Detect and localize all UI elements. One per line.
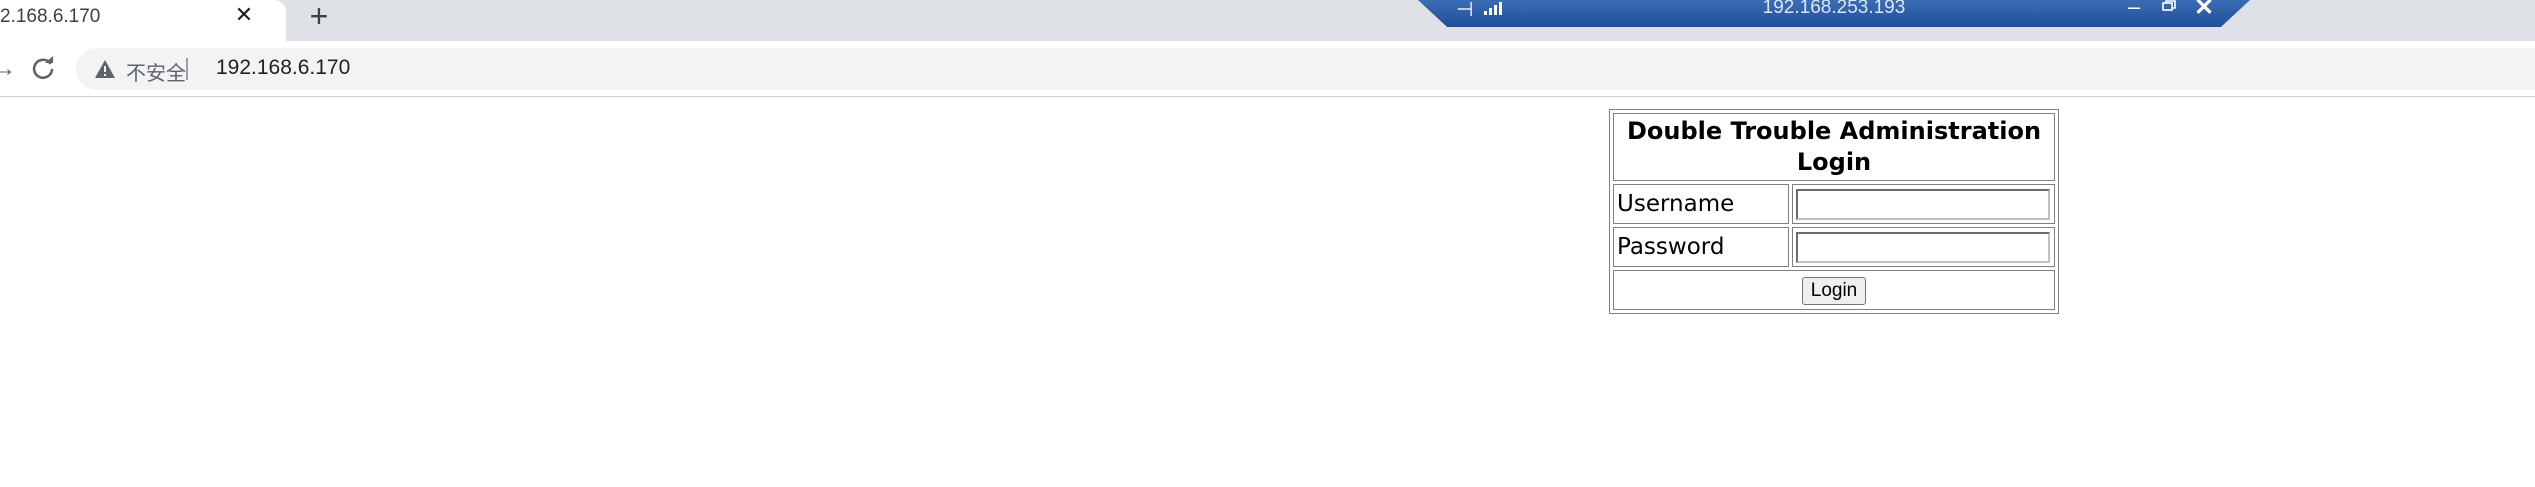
username-cell xyxy=(1792,184,2055,224)
password-field[interactable] xyxy=(1796,231,2050,263)
warning-icon[interactable] xyxy=(94,59,116,79)
username-field[interactable] xyxy=(1796,188,2050,220)
not-secure-label[interactable]: 不安全 xyxy=(126,57,186,86)
reload-icon[interactable] xyxy=(28,53,58,83)
tab-title: 2.168.6.170 xyxy=(0,6,101,27)
remote-desktop-bar: ⊣ 192.168.253.193 – ✕ xyxy=(1418,0,2250,27)
close-remote-icon[interactable]: ✕ xyxy=(2194,0,2214,22)
login-button[interactable]: Login xyxy=(1801,276,1867,305)
minimize-icon[interactable]: – xyxy=(2128,0,2140,20)
divider xyxy=(186,58,188,80)
tab-strip: 2.168.6.170 ✕ + ⊣ 192.168.253.193 – ✕ xyxy=(0,0,2535,41)
login-form: Double Trouble Administration Login User… xyxy=(1609,109,2059,314)
close-tab-icon[interactable]: ✕ xyxy=(230,1,258,29)
remote-host-label: 192.168.253.193 xyxy=(1762,0,1906,18)
address-bar[interactable]: 不安全 192.168.6.170 xyxy=(76,48,2535,90)
password-label: Password xyxy=(1613,227,1789,267)
url-text[interactable]: 192.168.6.170 xyxy=(216,56,350,80)
browser-toolbar: → 不安全 192.168.6.170 xyxy=(0,41,2535,97)
browser-tab[interactable]: 2.168.6.170 ✕ xyxy=(0,0,286,41)
username-label: Username xyxy=(1613,184,1789,224)
forward-icon[interactable]: → xyxy=(0,55,16,83)
restore-icon[interactable] xyxy=(2162,0,2176,11)
form-heading: Double Trouble Administration Login xyxy=(1613,113,2055,181)
submit-cell: Login xyxy=(1613,270,2055,310)
new-tab-button[interactable]: + xyxy=(302,0,336,33)
password-cell xyxy=(1792,227,2055,267)
